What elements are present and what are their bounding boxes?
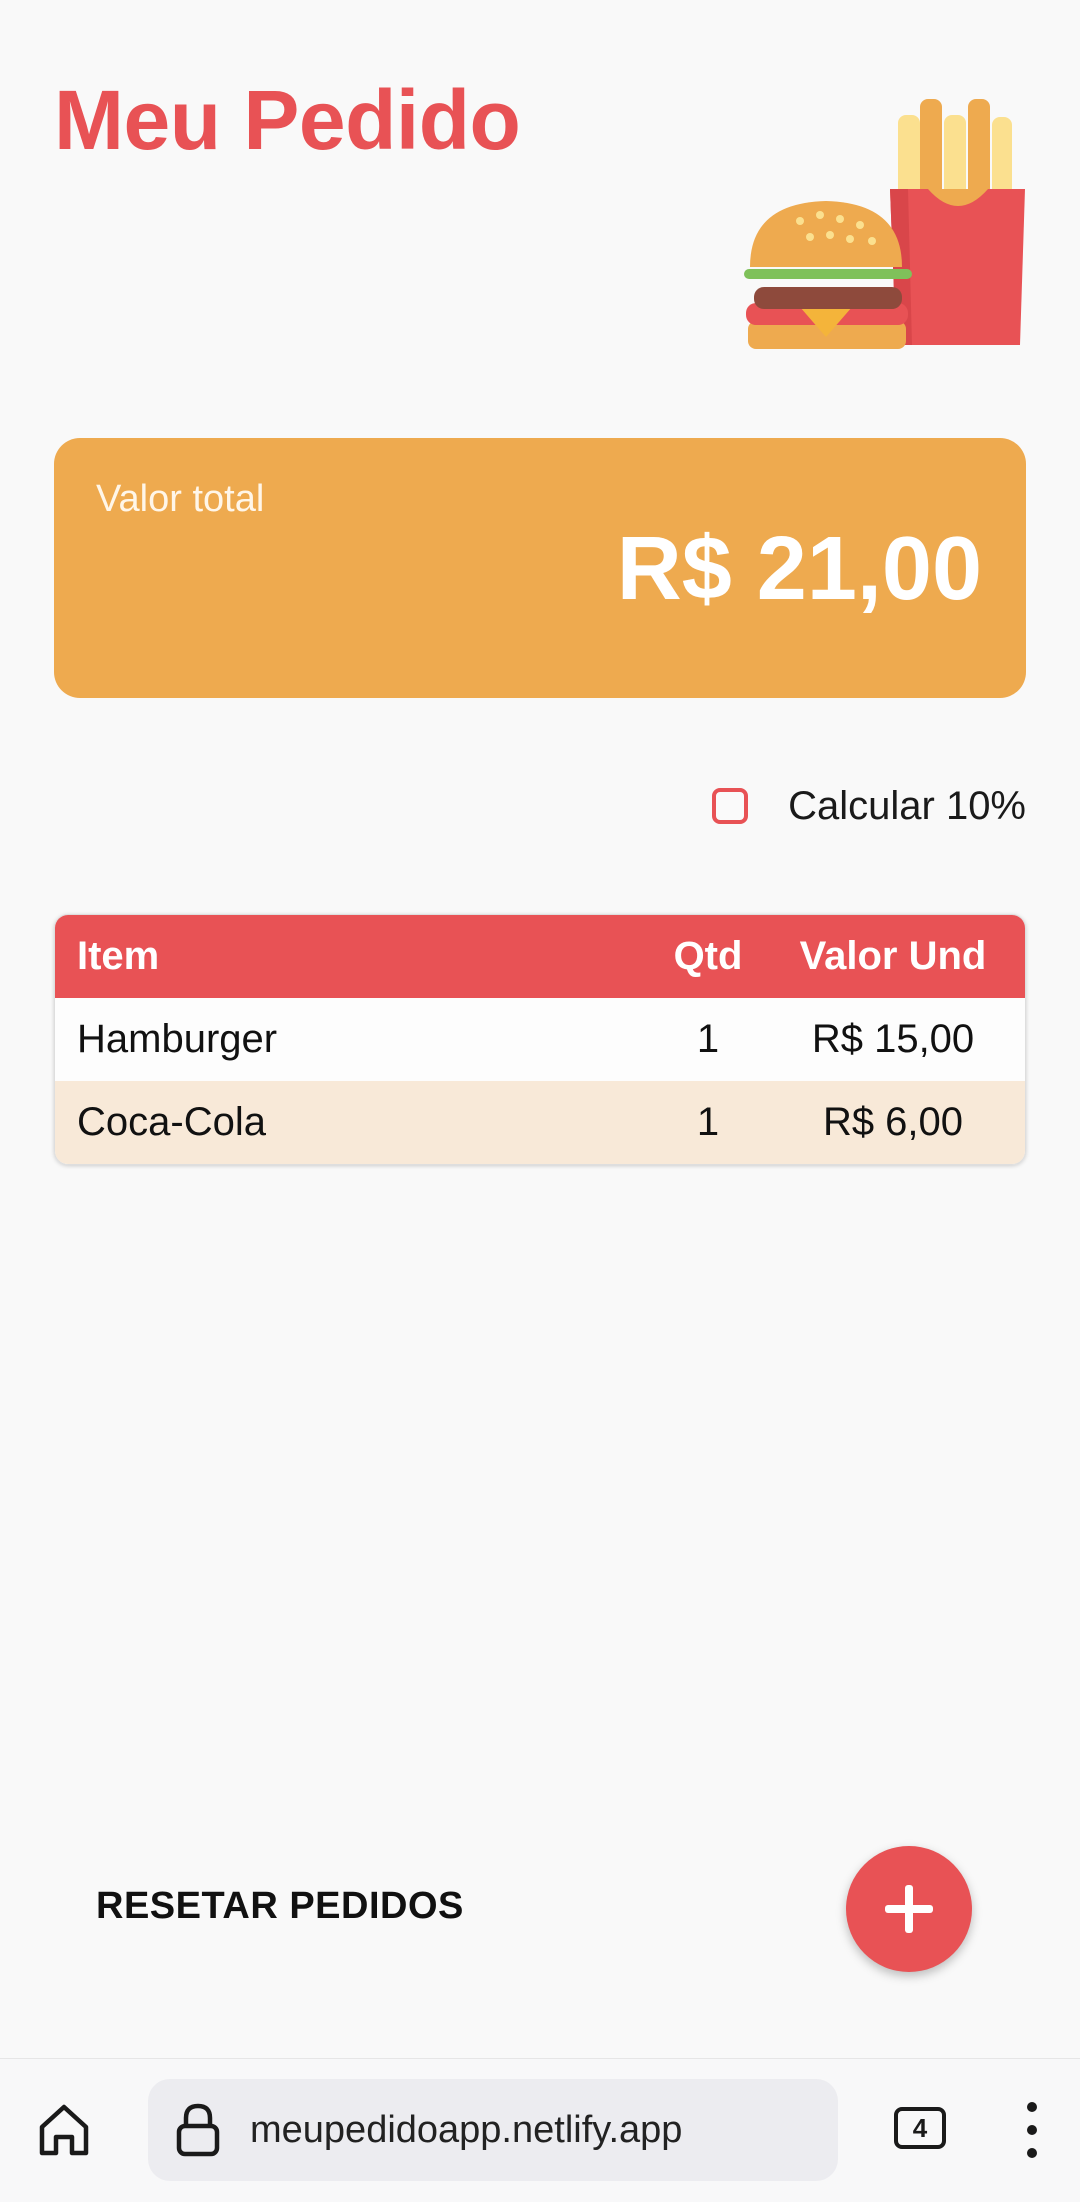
lock-icon (176, 2103, 220, 2157)
url-text: meupedidoapp.netlify.app (250, 2108, 683, 2151)
tip-label: Calcular 10% (788, 783, 1026, 828)
row-valor: R$ 6,00 (822, 1100, 964, 1144)
row-qtd: 1 (696, 1100, 720, 1144)
total-value: R$ 21,00 (616, 519, 982, 619)
reset-orders-button[interactable]: RESETAR PEDIDOS (96, 1885, 464, 1928)
row-qtd: 1 (696, 1017, 720, 1061)
total-card: Valor total R$ 21,00 (54, 438, 1026, 698)
table-row[interactable]: Coca-Cola 1 R$ 6,00 (55, 1081, 1025, 1164)
row-item-name: Coca-Cola (77, 1100, 266, 1144)
burger-and-fries-illustration (744, 99, 1025, 349)
header-valor-und: Valor Und (799, 934, 987, 978)
tip-toggle-row[interactable]: Calcular 10% (712, 780, 1026, 832)
add-item-button[interactable] (846, 1846, 972, 1972)
total-label: Valor total (96, 478, 265, 520)
table-header: Item Qtd Valor Und (55, 915, 1025, 998)
app-screen: Meu Pedido Valor total R$ 21,00 Calcular… (0, 0, 1080, 2202)
order-table: Item Qtd Valor Und Hamburger 1 R$ 15,00 … (54, 914, 1026, 1165)
header-qtd: Qtd (673, 934, 743, 978)
more-vertical-icon[interactable] (1020, 2099, 1044, 2161)
page-title: Meu Pedido (54, 73, 521, 167)
header-item: Item (77, 934, 160, 978)
tab-switcher-button[interactable]: 4 (894, 2107, 946, 2149)
browser-toolbar: meupedidoapp.netlify.app 4 (0, 2058, 1080, 2202)
plus-icon (885, 1885, 933, 1933)
home-icon[interactable] (34, 2099, 94, 2159)
tip-checkbox[interactable] (712, 788, 749, 824)
table-row[interactable]: Hamburger 1 R$ 15,00 (55, 998, 1025, 1081)
row-item-name: Hamburger (77, 1017, 278, 1061)
row-valor: R$ 15,00 (811, 1017, 975, 1061)
address-bar[interactable]: meupedidoapp.netlify.app (148, 2079, 838, 2181)
